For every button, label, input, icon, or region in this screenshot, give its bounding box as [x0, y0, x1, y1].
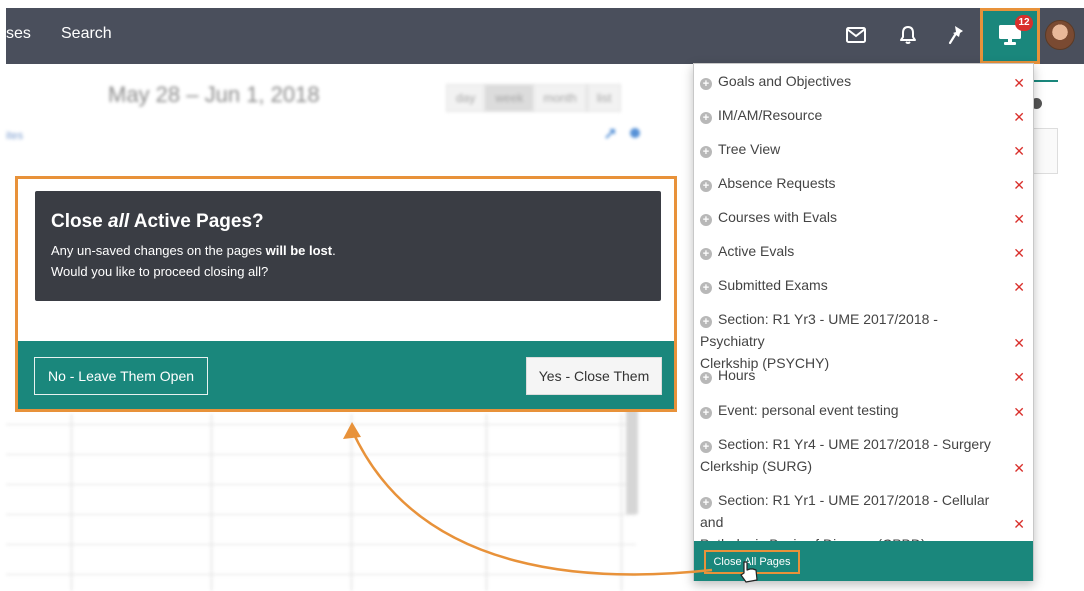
close-icon[interactable]: ✕ [1013, 457, 1025, 479]
plus-icon: + [700, 78, 712, 90]
list-item[interactable]: + Courses with Evals ✕ [694, 206, 1033, 228]
list-item[interactable]: + Active Evals ✕ [694, 240, 1033, 262]
plus-icon: + [700, 282, 712, 294]
list-item[interactable]: + Section: R1 Yr4 - UME 2017/2018 - Surge… [694, 433, 1033, 477]
close-icon[interactable]: ✕ [1013, 332, 1025, 354]
modal-title: Close all Active Pages? [51, 211, 264, 232]
bell-icon[interactable] [895, 22, 921, 48]
calendar-grid [6, 414, 636, 591]
plus-icon: + [700, 248, 712, 260]
close-icon[interactable]: ✕ [1013, 140, 1025, 162]
plus-icon: + [700, 214, 712, 226]
modal-question: Would you like to proceed closing all? [51, 264, 269, 279]
calendar-view-switcher: day week month list [446, 84, 622, 112]
list-item[interactable]: + Tree View ✕ [694, 138, 1033, 160]
view-month-button[interactable]: month [533, 84, 587, 112]
pin-icon[interactable] [943, 22, 969, 48]
app-root: ses Search 12 May 28 – Jun 1, 2018 day w… [0, 0, 1084, 591]
active-pages-dropdown: + Goals and Objectives ✕ + IM/AM/Resource ✕ … [693, 63, 1034, 581]
plus-icon: + [700, 441, 712, 453]
list-item[interactable]: + IM/AM/Resource ✕ [694, 104, 1033, 126]
plus-icon: + [700, 316, 712, 328]
close-icon[interactable]: ✕ [1013, 242, 1025, 264]
close-them-button[interactable]: Yes - Close Them [526, 357, 662, 395]
close-icon[interactable]: ✕ [1013, 72, 1025, 94]
nav-link-partial[interactable]: ses [6, 25, 31, 43]
list-item[interactable]: + Hours ✕ [694, 364, 1033, 386]
leave-open-button[interactable]: No - Leave Them Open [34, 357, 208, 395]
plus-icon: + [700, 372, 712, 384]
top-nav-bar: ses Search 12 [6, 8, 1084, 64]
close-icon[interactable]: ✕ [1013, 366, 1025, 388]
list-item[interactable]: + Absence Requests ✕ [694, 172, 1033, 194]
plus-icon: + [700, 180, 712, 192]
plus-icon: + [700, 407, 712, 419]
right-panel-tab [1030, 80, 1058, 82]
notification-badge: 12 [1015, 15, 1033, 31]
close-all-modal: Close all Active Pages? Any un-saved cha… [15, 176, 677, 412]
plus-icon: + [700, 112, 712, 124]
view-list-button[interactable]: list [586, 84, 622, 112]
calendar-title: May 28 – Jun 1, 2018 [108, 82, 320, 107]
dropdown-footer: Close All Pages [694, 541, 1033, 581]
close-icon[interactable]: ✕ [1013, 106, 1025, 128]
nav-link-search[interactable]: Search [61, 25, 112, 43]
modal-footer: No - Leave Them Open Yes - Close Them [18, 341, 674, 409]
right-panel-box [1030, 128, 1058, 174]
active-pages-button[interactable]: 12 [980, 8, 1040, 64]
close-icon[interactable]: ✕ [1013, 401, 1025, 423]
mail-icon[interactable] [843, 22, 869, 48]
modal-message: Any un-saved changes on the pages will b… [51, 243, 336, 258]
list-item[interactable]: + Event: personal event testing ✕ [694, 399, 1033, 421]
close-all-pages-button[interactable]: Close All Pages [704, 550, 800, 574]
close-icon[interactable]: ✕ [1013, 276, 1025, 298]
plus-icon: + [700, 497, 712, 509]
modal-header: Close all Active Pages? Any un-saved cha… [35, 191, 661, 301]
background-scrollbar [626, 404, 638, 514]
close-icon[interactable]: ✕ [1013, 174, 1025, 196]
expand-icon [602, 126, 642, 140]
view-day-button[interactable]: day [446, 84, 486, 112]
close-icon[interactable]: ✕ [1013, 208, 1025, 230]
sidebar-fragment: ites [6, 130, 24, 142]
plus-icon: + [700, 146, 712, 158]
view-week-button[interactable]: week [485, 84, 534, 112]
list-item[interactable]: + Goals and Objectives ✕ [694, 70, 1033, 92]
close-icon[interactable]: ✕ [1013, 513, 1025, 535]
avatar[interactable] [1045, 20, 1075, 50]
list-item[interactable]: + Submitted Exams ✕ [694, 274, 1033, 296]
